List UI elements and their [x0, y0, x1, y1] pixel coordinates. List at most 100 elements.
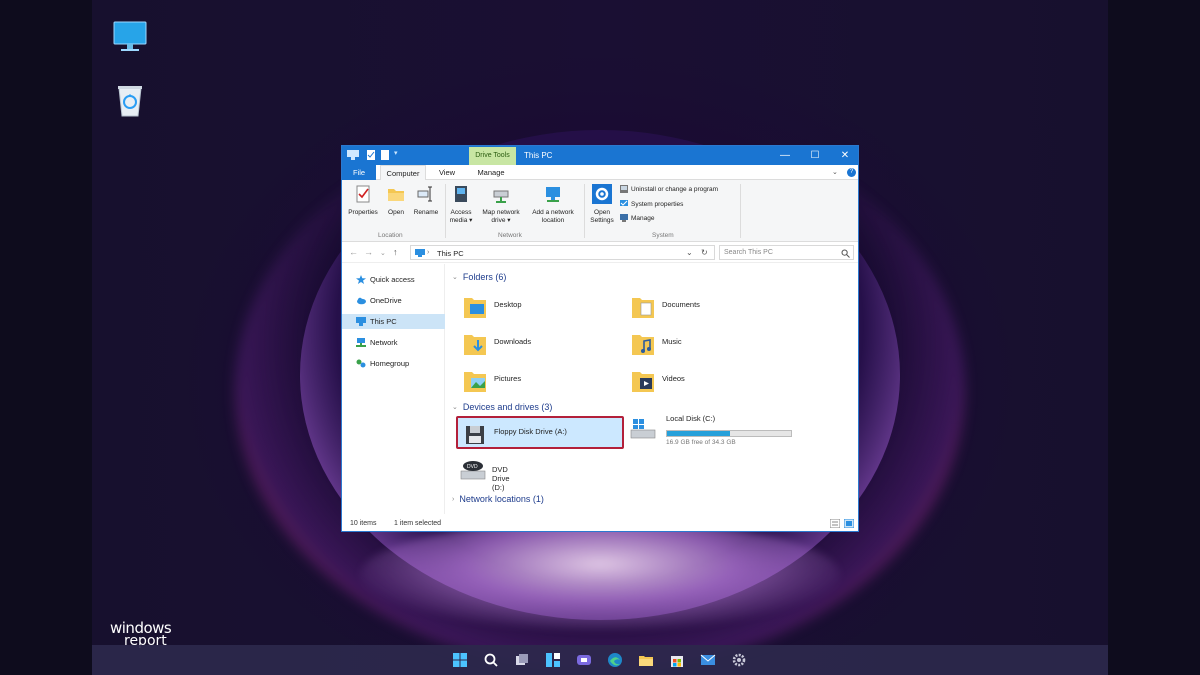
uninstall-icon [620, 185, 628, 193]
devices-section-header[interactable]: ⌄ Devices and drives (3) [452, 402, 552, 412]
location-group-label: Location [378, 232, 403, 239]
refresh-icon[interactable]: ↻ [701, 248, 708, 257]
add-network-location-button[interactable]: Add a network location [526, 184, 580, 225]
navigation-pane: Quick access OneDrive This PC Network Ho… [342, 264, 445, 514]
downloads-folder-icon [464, 335, 486, 355]
sidebar-item-quick-access[interactable]: Quick access [342, 272, 445, 287]
sidebar-item-this-pc[interactable]: This PC [342, 314, 445, 329]
map-network-drive-button[interactable]: Map network drive ▾ [477, 184, 525, 225]
this-pc-desktop-icon[interactable] [110, 18, 150, 58]
system-properties-button[interactable]: System properties [620, 200, 683, 208]
search-input[interactable]: Search This PC [719, 245, 854, 260]
system-properties-icon [620, 200, 628, 206]
task-view-icon[interactable] [514, 652, 530, 668]
minimize-button[interactable]: — [770, 146, 800, 165]
wallpaper-glow [360, 520, 840, 630]
disk-usage-bar [666, 430, 792, 437]
taskbar [92, 645, 1108, 675]
address-path: This PC [437, 249, 464, 258]
customize-quick-access-icon[interactable]: ▾ [394, 149, 398, 159]
close-button[interactable]: ✕ [830, 146, 858, 165]
search-taskbar-icon[interactable] [483, 652, 499, 668]
videos-folder-icon [632, 372, 654, 392]
music-folder-icon [632, 335, 654, 355]
tab-view[interactable]: View [432, 165, 462, 180]
forward-arrow-icon[interactable]: → [364, 247, 373, 257]
recycle-bin-icon[interactable] [110, 80, 150, 120]
computer-icon [356, 317, 366, 326]
ribbon-panel: Properties Open Rename Location Access m… [342, 180, 858, 242]
disk-usage-fill [667, 431, 731, 436]
ribbon-separator [740, 184, 741, 238]
settings-gear-icon [592, 184, 612, 204]
drive-tools-contextual-tab: Drive Tools [469, 147, 516, 165]
file-explorer-icon[interactable] [638, 652, 654, 668]
network-locations-section-header[interactable]: › Network locations (1) [452, 494, 544, 504]
maximize-button[interactable]: ☐ [800, 146, 830, 165]
address-bar[interactable]: › This PC ⌄ ↻ [410, 245, 715, 260]
disk-free-space: 16.9 GB free of 34.3 GB [666, 439, 736, 446]
desktop-folder-icon [464, 298, 486, 318]
sidebar-item-network[interactable]: Network [342, 335, 445, 350]
dvd-drive-icon: DVD [460, 461, 486, 480]
properties-quick-icon[interactable] [366, 150, 376, 160]
map-drive-icon [493, 190, 509, 203]
folders-section-header[interactable]: ⌄ Folders (6) [452, 272, 506, 282]
start-button-icon[interactable] [452, 652, 468, 668]
content-pane: ⌄ Folders (6) Desktop Documents Download… [446, 264, 858, 514]
properties-icon [356, 185, 370, 203]
open-settings-button[interactable]: Open Settings [586, 184, 618, 225]
open-button[interactable]: Open [383, 184, 409, 217]
expand-chevron-icon: › [452, 495, 455, 503]
access-media-button[interactable]: Access media ▾ [447, 184, 475, 225]
address-dropdown-icon[interactable]: ⌄ [686, 248, 693, 257]
ribbon-separator [445, 184, 446, 238]
svg-text:DVD: DVD [467, 464, 478, 470]
search-placeholder: Search This PC [724, 249, 773, 256]
drive-local-c[interactable]: Local Disk (C:) 16.9 GB free of 34.3 GB [630, 414, 800, 448]
chat-icon[interactable] [576, 652, 592, 668]
details-view-icon[interactable] [830, 519, 840, 528]
title-bar[interactable]: ▾ Drive Tools This PC — ☐ ✕ [342, 146, 858, 165]
system-group-label: System [652, 232, 674, 239]
collapse-chevron-icon: ⌄ [452, 404, 458, 411]
rename-icon [417, 186, 432, 202]
sidebar-item-homegroup[interactable]: Homegroup [342, 356, 445, 371]
documents-folder-icon [632, 298, 654, 318]
this-pc-icon [415, 249, 425, 257]
sidebar-item-onedrive[interactable]: OneDrive [342, 293, 445, 308]
search-icon [841, 249, 850, 258]
pictures-folder-icon [464, 372, 486, 392]
up-arrow-icon[interactable]: ↑ [393, 247, 398, 257]
network-group-label: Network [498, 232, 522, 239]
breadcrumb-chevron-icon: › [427, 249, 430, 256]
mail-icon[interactable] [700, 652, 716, 668]
help-icon[interactable]: ? [847, 168, 856, 177]
tab-manage[interactable]: Manage [470, 165, 512, 180]
window-title: This PC [524, 151, 553, 160]
new-folder-quick-icon[interactable] [380, 150, 390, 160]
rename-button[interactable]: Rename [411, 184, 441, 217]
computer-management-icon [620, 214, 628, 222]
tab-computer[interactable]: Computer [380, 165, 426, 180]
access-media-icon [455, 186, 467, 202]
collapse-ribbon-icon[interactable]: ⌄ [832, 168, 838, 176]
tab-file[interactable]: File [342, 165, 376, 180]
widgets-icon[interactable] [545, 652, 561, 668]
address-bar-row: ← → ⌄ ↑ › This PC ⌄ ↻ Search This PC [342, 243, 858, 263]
back-arrow-icon[interactable]: ← [349, 247, 358, 257]
settings-icon[interactable] [731, 652, 747, 668]
uninstall-program-button[interactable]: Uninstall or change a program [620, 185, 718, 193]
right-letterbox [1108, 0, 1200, 675]
collapse-chevron-icon: ⌄ [452, 274, 458, 281]
edge-browser-icon[interactable] [607, 652, 623, 668]
store-icon[interactable] [669, 652, 685, 668]
large-icons-view-icon[interactable] [844, 519, 854, 528]
properties-button[interactable]: Properties [346, 184, 380, 217]
cloud-icon [357, 297, 366, 305]
manage-button[interactable]: Manage [620, 214, 655, 222]
file-explorer-window: ▾ Drive Tools This PC — ☐ ✕ File Compute… [341, 145, 859, 532]
drive-floppy-a[interactable]: Floppy Disk Drive (A:) [456, 416, 624, 449]
recent-locations-icon[interactable]: ⌄ [380, 249, 386, 257]
floppy-drive-icon [466, 426, 484, 444]
